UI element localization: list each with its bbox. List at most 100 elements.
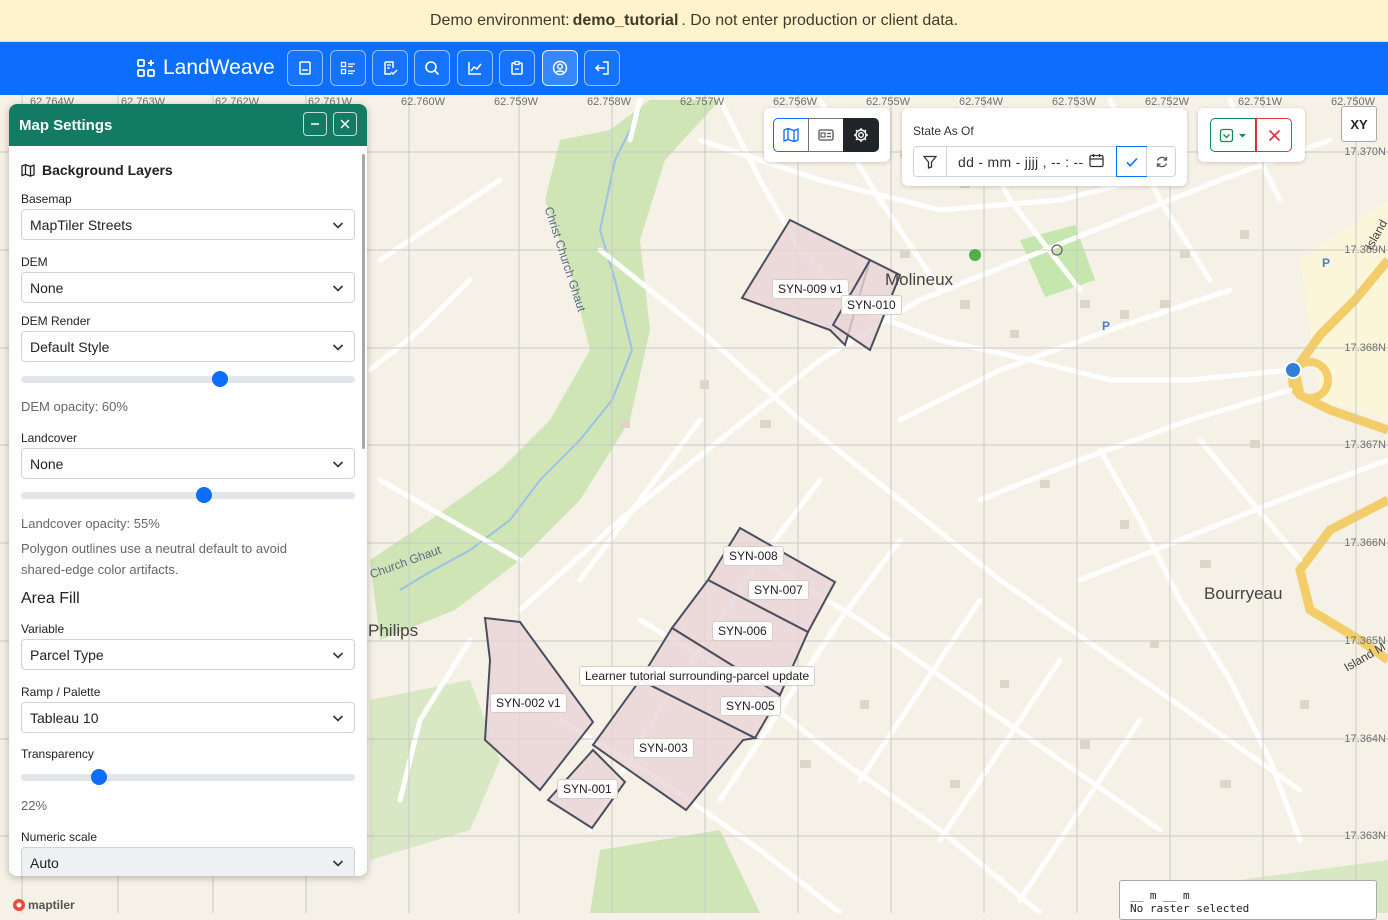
longitude-label: 62.760W <box>401 96 446 108</box>
variable-value: Parcel Type <box>30 647 104 663</box>
panel-scrollbar[interactable] <box>362 154 365 449</box>
close-icon <box>1268 129 1280 141</box>
chevron-down-icon <box>332 222 344 229</box>
longitude-label: 62.755W <box>866 96 911 108</box>
dem-render-select[interactable]: Default Style <box>21 331 355 362</box>
logout-nav-button[interactable] <box>584 50 620 86</box>
parcel-label[interactable]: SYN-001 <box>557 779 618 799</box>
dem-render-label: DEM Render <box>21 314 91 328</box>
dem-render-value: Default Style <box>30 339 110 355</box>
parcel-label[interactable]: SYN-008 <box>723 546 784 566</box>
scale-line: __ m __ m <box>1130 889 1190 902</box>
slider-track <box>21 774 355 781</box>
numeric-scale-label: Numeric scale <box>21 830 98 844</box>
numeric-scale-select[interactable]: Auto <box>21 847 355 876</box>
slider-thumb[interactable] <box>91 769 107 785</box>
dem-opacity-slider[interactable] <box>21 370 355 387</box>
landcover-select[interactable]: None <box>21 448 355 479</box>
basemap-label: Basemap <box>21 192 72 206</box>
brand[interactable]: LandWeave <box>137 56 275 80</box>
raster-status: No raster selected <box>1130 902 1250 915</box>
xy-coordinates-button[interactable]: XY <box>1341 106 1377 142</box>
latitude-label: 17.364N <box>1344 733 1386 745</box>
list-check-icon <box>340 61 355 75</box>
reports-nav-button[interactable] <box>457 50 493 86</box>
landcover-label: Landcover <box>21 431 78 445</box>
map-mode-toolbar <box>764 108 890 162</box>
profile-nav-button[interactable] <box>542 50 578 86</box>
latitude-label: 17.366N <box>1344 537 1386 549</box>
dem-opacity-text: DEM opacity: 60% <box>21 399 128 414</box>
state-as-of-title: State As Of <box>913 124 974 138</box>
minimize-panel-button[interactable] <box>303 112 327 136</box>
longitude-label: 62.758W <box>587 96 632 108</box>
map-settings-title: Map Settings <box>19 117 113 134</box>
list-nav-button[interactable] <box>330 50 366 86</box>
map-view-button[interactable] <box>773 118 809 152</box>
variable-label: Variable <box>21 622 65 636</box>
state-date-input[interactable]: dd - mm - jjjj , -- : -- <box>958 154 1083 170</box>
place-label-bourryeau: Bourryeau <box>1204 584 1283 603</box>
filter-icon <box>923 155 937 169</box>
discard-button[interactable] <box>1256 118 1292 152</box>
banner-env-name: demo_tutorial <box>572 11 679 29</box>
save-dropdown-button[interactable] <box>1210 118 1256 152</box>
banner-suffix: . Do not enter production or client data… <box>681 11 959 29</box>
map-settings-body[interactable]: Background Layers Basemap MapTiler Stree… <box>9 146 367 876</box>
slider-thumb[interactable] <box>212 371 228 387</box>
chevron-down-icon <box>332 344 344 351</box>
top-navbar: LandWeave <box>0 42 1388 95</box>
longitude-label: 62.751W <box>1238 96 1283 108</box>
maptiler-attribution[interactable]: maptiler <box>12 898 75 912</box>
state-filter-button[interactable] <box>914 147 947 176</box>
map-icon <box>783 127 799 143</box>
basemap-select[interactable]: MapTiler Streets <box>21 209 355 240</box>
landcover-opacity-slider[interactable] <box>21 486 355 503</box>
attributes-view-button[interactable] <box>808 118 844 152</box>
ramp-select[interactable]: Tableau 10 <box>21 702 355 733</box>
slider-thumb[interactable] <box>196 487 212 503</box>
attribution-text: maptiler <box>28 898 75 912</box>
tasks-nav-button[interactable] <box>499 50 535 86</box>
dem-label: DEM <box>21 255 48 269</box>
id-card-icon <box>818 129 834 141</box>
calendar-icon[interactable] <box>1089 153 1104 168</box>
brand-name: LandWeave <box>163 56 275 79</box>
search-nav-button[interactable] <box>414 50 450 86</box>
landcover-opacity-text: Landcover opacity: 55% <box>21 516 160 531</box>
search-icon <box>425 61 440 76</box>
close-icon <box>340 119 350 129</box>
state-refresh-button[interactable] <box>1146 147 1176 176</box>
parcel-label[interactable]: SYN-009 v1 <box>772 279 849 299</box>
svg-text:P: P <box>1322 256 1330 270</box>
review-nav-button[interactable] <box>372 50 408 86</box>
records-nav-button[interactable] <box>287 50 323 86</box>
svg-text:P: P <box>1102 319 1110 333</box>
map-settings-button[interactable] <box>843 118 879 152</box>
check-icon <box>1125 157 1138 167</box>
chevron-down-icon <box>332 860 344 867</box>
map-icon <box>21 164 35 177</box>
parcel-label[interactable]: SYN-003 <box>633 738 694 758</box>
parcel-label[interactable]: SYN-002 v1 <box>490 693 567 713</box>
background-layers-heading: Background Layers <box>21 162 173 178</box>
area-fill-heading: Area Fill <box>21 590 80 607</box>
longitude-label: 62.759W <box>494 96 539 108</box>
map-settings-header[interactable]: Map Settings <box>9 104 367 146</box>
state-apply-button[interactable] <box>1116 146 1147 177</box>
transparency-slider[interactable] <box>21 768 355 785</box>
chevron-down-icon <box>332 715 344 722</box>
numeric-scale-value: Auto <box>30 855 59 871</box>
parcel-label[interactable]: SYN-007 <box>748 580 809 600</box>
parcel-label[interactable]: SYN-006 <box>712 621 773 641</box>
parcel-label[interactable]: SYN-005 <box>720 696 781 716</box>
logout-icon <box>594 61 609 75</box>
demo-banner: Demo environment: demo_tutorial . Do not… <box>0 0 1388 42</box>
background-layers-label: Background Layers <box>42 162 173 178</box>
close-panel-button[interactable] <box>333 112 357 136</box>
parcel-label[interactable]: SYN-010 <box>841 295 902 315</box>
dem-select[interactable]: None <box>21 272 355 303</box>
variable-select[interactable]: Parcel Type <box>21 639 355 670</box>
longitude-label: 62.754W <box>959 96 1004 108</box>
action-panel <box>1198 108 1305 162</box>
